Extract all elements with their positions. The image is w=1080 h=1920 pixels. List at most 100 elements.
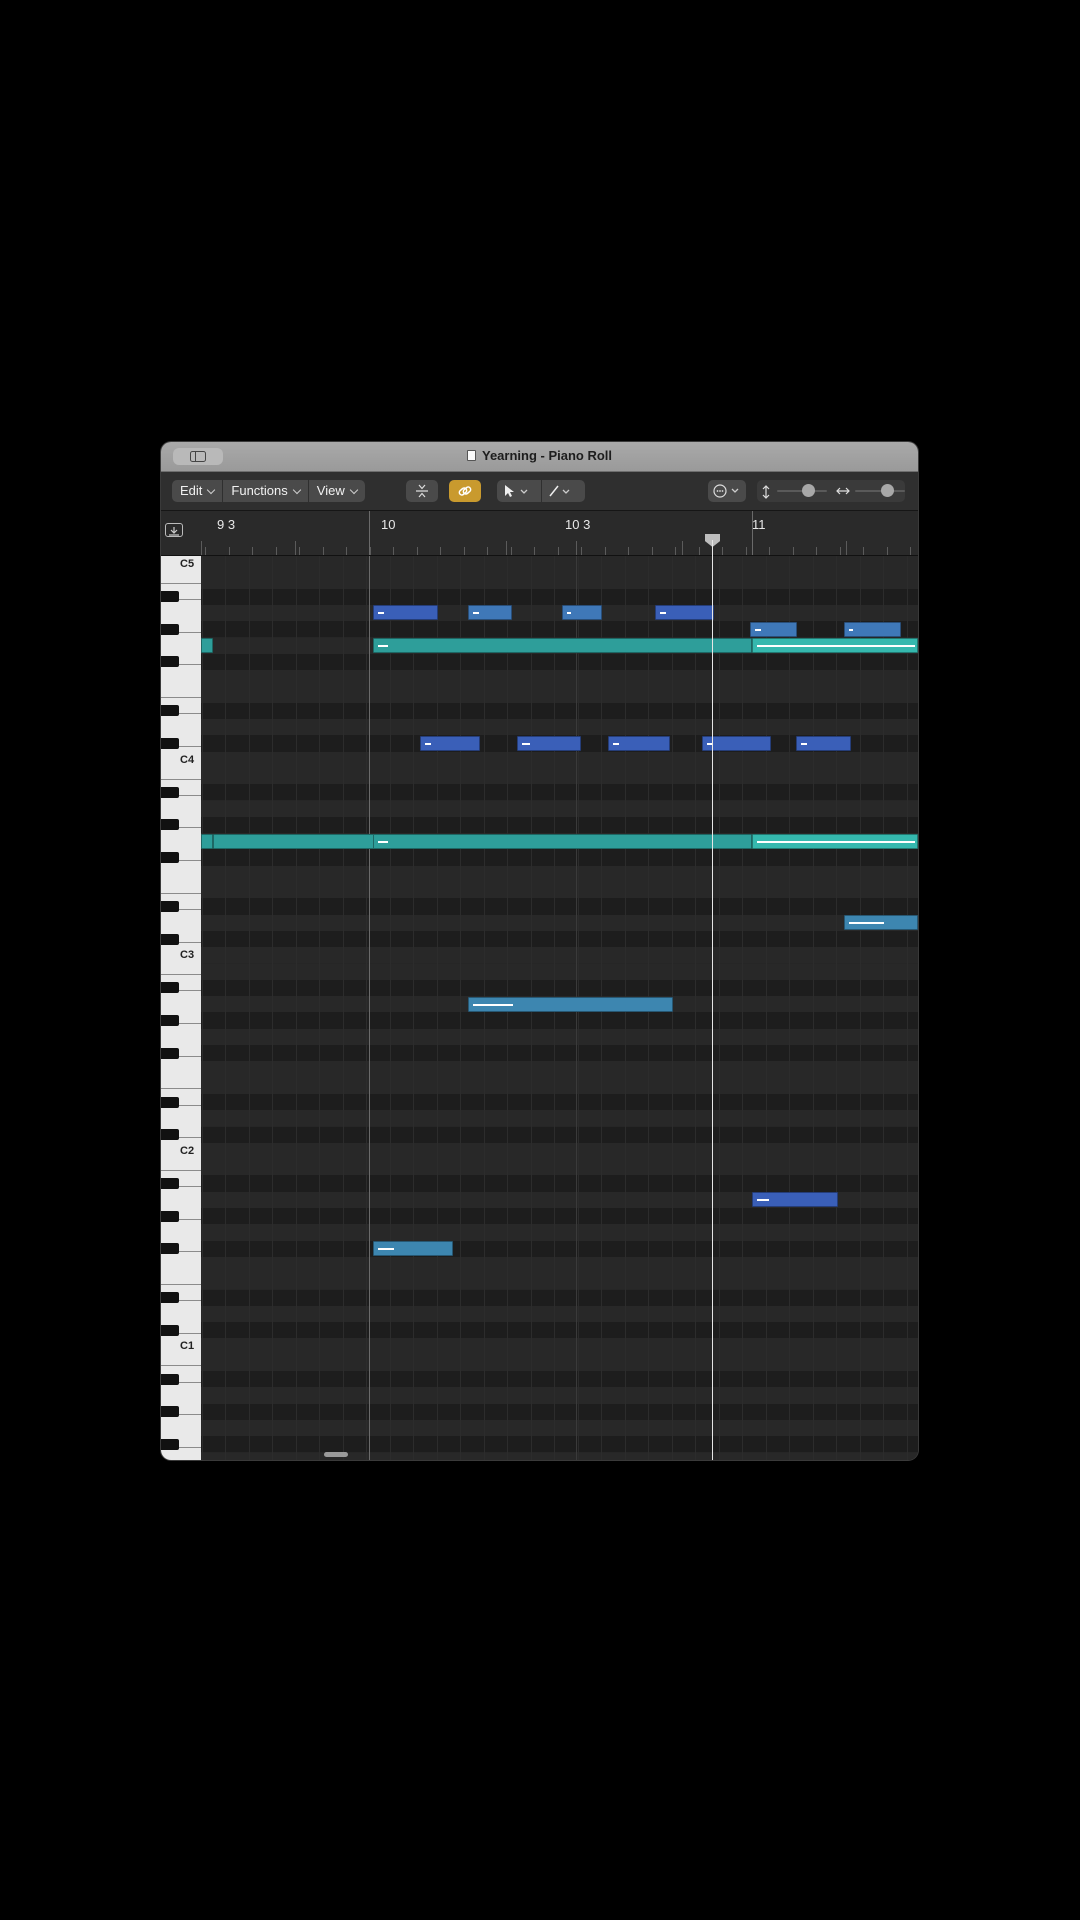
- grid-row: [201, 719, 918, 736]
- black-key[interactable]: [161, 1243, 179, 1255]
- horizontal-zoom-slider[interactable]: [855, 484, 905, 497]
- vertical-zoom-knob[interactable]: [802, 484, 815, 497]
- black-key[interactable]: [161, 1178, 179, 1189]
- white-key[interactable]: [161, 1061, 201, 1090]
- grid-row: [201, 572, 918, 589]
- velocity-line: [567, 612, 571, 615]
- chevron-down-icon: [207, 485, 216, 494]
- black-key[interactable]: [161, 786, 179, 798]
- ruler-tick: [581, 547, 582, 555]
- black-key[interactable]: [161, 982, 179, 994]
- grid-row: [201, 1012, 918, 1029]
- black-key[interactable]: [161, 1438, 179, 1450]
- black-key[interactable]: [161, 737, 179, 749]
- grid-row: [201, 1175, 918, 1192]
- midi-note[interactable]: [201, 638, 213, 653]
- midi-note[interactable]: [373, 1241, 453, 1257]
- white-key[interactable]: [161, 1453, 201, 1461]
- velocity-line: [378, 645, 388, 647]
- grid-line: [343, 556, 344, 1460]
- note-grid[interactable]: [201, 556, 918, 1460]
- midi-note[interactable]: [796, 735, 851, 751]
- midi-note[interactable]: [373, 833, 752, 849]
- pointer-tool-button[interactable]: [497, 480, 541, 502]
- grid-line: [202, 556, 203, 1460]
- grid-row: [201, 670, 918, 687]
- ruler-tick: [746, 547, 747, 555]
- midi-note[interactable]: [750, 621, 797, 637]
- midi-note[interactable]: [420, 735, 480, 751]
- ruler-tick: [440, 547, 441, 555]
- grid-row: [201, 1371, 918, 1388]
- black-key[interactable]: [161, 1406, 179, 1418]
- midi-note[interactable]: [752, 1192, 838, 1208]
- piano-keyboard[interactable]: C5 C4 C3 C2 C1: [161, 556, 201, 1460]
- midi-note[interactable]: [517, 735, 581, 751]
- black-key[interactable]: [161, 705, 179, 717]
- vertical-zoom-icon: [762, 485, 770, 499]
- ruler-tick: [534, 547, 535, 555]
- midi-note[interactable]: [752, 638, 918, 653]
- grid-row: [201, 686, 918, 703]
- grid-row: [201, 556, 918, 573]
- more-options-button[interactable]: [708, 480, 746, 502]
- view-menu[interactable]: View: [309, 480, 365, 502]
- black-key[interactable]: [161, 1096, 179, 1108]
- link-button[interactable]: [449, 480, 481, 502]
- ruler-tick: [652, 547, 653, 555]
- black-key[interactable]: [161, 656, 179, 668]
- pencil-tool-button[interactable]: [541, 480, 585, 502]
- midi-note[interactable]: [608, 735, 670, 751]
- midi-note[interactable]: [844, 915, 918, 931]
- midi-note[interactable]: [468, 605, 512, 621]
- black-key[interactable]: [161, 852, 179, 863]
- collapse-button[interactable]: [406, 480, 438, 502]
- ruler-tick: [464, 547, 465, 555]
- ruler-tick: [276, 547, 277, 555]
- black-key[interactable]: [161, 819, 179, 831]
- black-key[interactable]: [161, 1373, 179, 1385]
- black-key[interactable]: [161, 591, 179, 603]
- catch-playhead-button[interactable]: [165, 523, 183, 537]
- black-key[interactable]: [161, 1324, 179, 1336]
- grid-row: [201, 1045, 918, 1062]
- piano-roll-window: Yearning - Piano Roll Edit Functions Vie…: [161, 442, 918, 1460]
- document-icon: [466, 450, 476, 461]
- white-key[interactable]: [161, 670, 201, 699]
- grid-line: [742, 556, 743, 1460]
- grid-row: [201, 1436, 918, 1453]
- grid-row: [201, 849, 918, 866]
- ruler-beat-tick: [369, 511, 370, 555]
- midi-note[interactable]: [468, 996, 673, 1012]
- black-key[interactable]: [161, 1292, 179, 1304]
- velocity-line: [757, 645, 915, 647]
- white-key[interactable]: [161, 1257, 201, 1285]
- edit-menu[interactable]: Edit: [172, 480, 224, 502]
- black-key[interactable]: [161, 1015, 179, 1026]
- midi-note[interactable]: [844, 621, 901, 637]
- horizontal-scrollbar[interactable]: [324, 1452, 348, 1457]
- black-key[interactable]: [161, 900, 179, 912]
- grid-row: [201, 979, 918, 997]
- vertical-zoom-slider[interactable]: [777, 484, 827, 497]
- white-key[interactable]: [161, 866, 201, 894]
- black-key[interactable]: [161, 933, 179, 945]
- midi-note[interactable]: [373, 638, 752, 653]
- ruler-tick: [205, 547, 206, 555]
- black-key[interactable]: [161, 623, 179, 635]
- midi-note[interactable]: [655, 605, 714, 621]
- black-key[interactable]: [161, 1047, 179, 1059]
- midi-note[interactable]: [201, 833, 213, 849]
- ruler-beat-tick: [295, 541, 296, 555]
- bar-ruler[interactable]: 10 9 3 10 3 11: [201, 511, 918, 556]
- midi-note[interactable]: [752, 833, 918, 849]
- functions-menu[interactable]: Functions: [223, 480, 309, 502]
- grid-row: [201, 1142, 918, 1160]
- black-key[interactable]: [161, 1129, 179, 1141]
- grid-row: [201, 653, 918, 671]
- midi-note[interactable]: [562, 605, 602, 621]
- midi-note[interactable]: [373, 605, 438, 621]
- black-key[interactable]: [161, 1210, 179, 1222]
- ruler-tick: [699, 547, 700, 555]
- horizontal-zoom-knob[interactable]: [881, 484, 894, 497]
